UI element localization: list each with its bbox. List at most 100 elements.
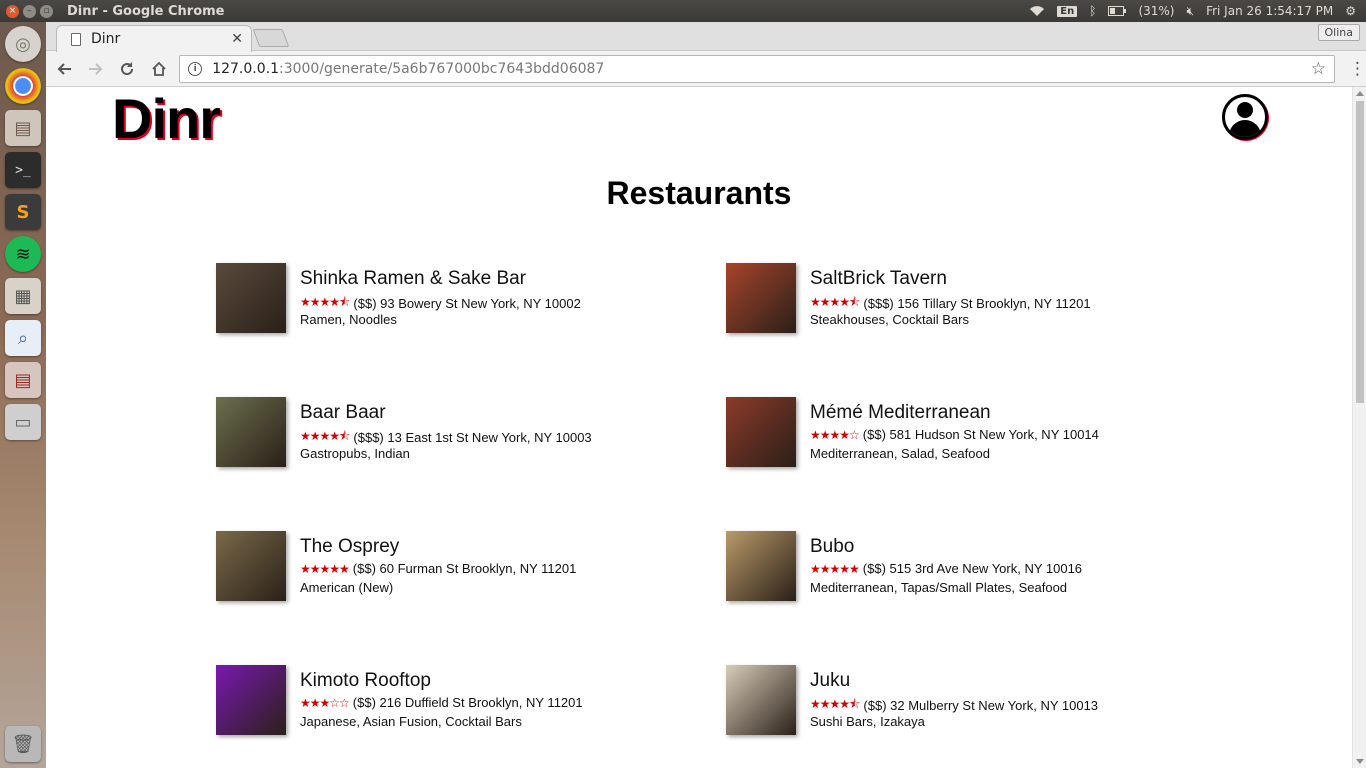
restaurant-categories: Sushi Bars, Izakaya	[810, 714, 925, 729]
user-icon-head	[1237, 102, 1253, 118]
battery-icon[interactable]	[1108, 6, 1127, 16]
url-path: :3000/generate/5a6b767000bc7643bdd06087	[278, 60, 605, 77]
restaurant-address: 13 East 1st St New York, NY 10003	[387, 430, 592, 445]
browser-window: Dinr ✕ Olina i 127.0.0.1:3000/generate/5…	[46, 22, 1366, 768]
restaurant-meta: ★★★★⯪ ($$) 93 Bowery St New York, NY 1000…	[300, 293, 581, 314]
restaurant-price: ($$)	[352, 695, 376, 710]
star-rating-icon: ★★★★☆	[810, 427, 860, 442]
drive-icon[interactable]: ▭	[5, 404, 41, 440]
restaurant-categories: Mediterranean, Tapas/Small Plates, Seafo…	[810, 580, 1068, 595]
window-controls: × – ▫	[6, 4, 53, 18]
site-logo[interactable]: Dinr	[112, 89, 221, 149]
restaurant-address: 515 3rd Ave New York, NY 10016	[889, 561, 1083, 576]
browser-toolbar: i 127.0.0.1:3000/generate/5a6b767000bc76…	[46, 51, 1366, 87]
restaurant-card[interactable]: Kimoto Rooftop ★★★☆☆ ($$) 216 Duffield St …	[216, 665, 676, 737]
restaurant-card[interactable]: Mémé Mediterranean ★★★★☆ ($$) 581 Hudson S…	[726, 397, 1186, 469]
star-rating-icon: ★★★★⯪	[810, 295, 860, 309]
tab-strip: Dinr ✕ Olina	[46, 22, 1366, 52]
window-title: Dinr - Google Chrome	[67, 3, 225, 19]
restaurant-card[interactable]: Bubo ★★★★★ ($$) 515 3rd Ave New York, NY 1…	[726, 531, 1186, 603]
chrome-icon[interactable]	[5, 68, 41, 104]
restaurant-name[interactable]: Kimoto Rooftop	[300, 670, 431, 692]
restaurant-categories: Mediterranean, Salad, Seafood	[810, 446, 990, 461]
kebab-menu-icon[interactable]: ⋮	[1349, 59, 1366, 79]
restaurant-thumbnail[interactable]	[726, 397, 796, 467]
calculator-icon[interactable]: ▦	[5, 278, 41, 314]
restaurant-card[interactable]: Baar Baar ★★★★⯪ ($$$) 13 East 1st St New Y…	[216, 397, 676, 469]
restaurant-card[interactable]: SaltBrick Tavern ★★★★⯪ ($$$) 156 Tillary S…	[726, 263, 1186, 335]
restaurant-address: 60 Furman St Brooklyn, NY 11201	[379, 561, 577, 576]
restaurant-categories: Gastropubs, Indian	[300, 446, 410, 461]
reload-button[interactable]	[114, 55, 142, 83]
restaurant-address: 156 Tillary St Brooklyn, NY 11201	[897, 296, 1091, 311]
scroll-down-arrow[interactable]	[1356, 759, 1364, 764]
restaurant-address: 93 Bowery St New York, NY 10002	[380, 296, 581, 311]
restaurant-name[interactable]: Baar Baar	[300, 402, 386, 424]
image-viewer-icon[interactable]: ⌕	[5, 320, 41, 356]
spotify-icon[interactable]: ≋	[5, 236, 41, 272]
restaurant-thumbnail[interactable]	[216, 263, 286, 333]
dash-icon[interactable]: ◎	[5, 26, 41, 62]
account-avatar-button[interactable]	[1222, 94, 1268, 140]
restaurant-meta: ★★★☆☆ ($$) 216 Duffield St Brooklyn, NY 1…	[300, 695, 583, 710]
vertical-scrollbar[interactable]	[1352, 87, 1366, 768]
window-minimize-button[interactable]: –	[23, 4, 36, 18]
restaurant-meta: ★★★★★ ($$) 515 3rd Ave New York, NY 10016	[810, 561, 1082, 576]
restaurant-price: ($$$)	[863, 296, 894, 311]
volume-muted-icon[interactable]: 🔇︎	[1187, 4, 1195, 19]
bluetooth-icon[interactable]: ᛒ	[1089, 4, 1096, 18]
restaurant-name[interactable]: SaltBrick Tavern	[810, 268, 947, 290]
keyboard-layout-indicator[interactable]: En	[1057, 5, 1078, 17]
restaurant-thumbnail[interactable]	[216, 665, 286, 735]
restaurant-meta: ★★★★⯪ ($$$) 156 Tillary St Brooklyn, NY 1…	[810, 293, 1091, 314]
window-close-button[interactable]: ×	[6, 4, 19, 18]
trash-icon[interactable]: 🗑︎	[5, 726, 41, 762]
forward-button[interactable]	[82, 55, 110, 83]
star-rating-icon: ★★★★★	[300, 561, 350, 576]
scroll-up-arrow[interactable]	[1356, 91, 1364, 96]
restaurant-thumbnail[interactable]	[216, 397, 286, 467]
restaurant-meta: ★★★★⯪ ($$$) 13 East 1st St New York, NY 1…	[300, 427, 592, 448]
restaurant-thumbnail[interactable]	[726, 531, 796, 601]
restaurant-price: ($$)	[863, 698, 887, 713]
star-rating-icon: ★★★☆☆	[300, 695, 350, 710]
window-maximize-button[interactable]: ▫	[40, 4, 53, 18]
arrow-left-icon	[57, 62, 71, 75]
clock[interactable]: Fri Jan 26 1:54:17 PM	[1206, 4, 1333, 18]
scroll-thumb[interactable]	[1356, 101, 1364, 403]
new-tab-button[interactable]	[252, 29, 290, 47]
gear-icon[interactable]: ⚙	[1345, 4, 1356, 18]
bookmark-star-icon[interactable]: ☆	[1311, 59, 1326, 79]
wifi-icon[interactable]	[1029, 5, 1045, 17]
restaurant-card[interactable]: Shinka Ramen & Sake Bar ★★★★⯪ ($$) 93 Bowe…	[216, 263, 676, 335]
back-button[interactable]	[50, 55, 78, 83]
restaurant-card[interactable]: The Osprey ★★★★★ ($$) 60 Furman St Brookly…	[216, 531, 676, 603]
tab-close-icon[interactable]: ✕	[231, 31, 243, 47]
restaurant-thumbnail[interactable]	[216, 531, 286, 601]
archive-manager-icon[interactable]: ▤	[5, 362, 41, 398]
restaurant-address: 32 Mulberry St New York, NY 10013	[890, 698, 1099, 713]
restaurant-name[interactable]: The Osprey	[300, 536, 399, 558]
restaurant-name[interactable]: Mémé Mediterranean	[810, 402, 991, 424]
restaurant-price: ($$$)	[353, 430, 384, 445]
restaurant-categories: Steakhouses, Cocktail Bars	[810, 312, 969, 327]
restaurant-name[interactable]: Bubo	[810, 536, 854, 558]
restaurant-categories: Japanese, Asian Fusion, Cocktail Bars	[300, 714, 522, 729]
files-icon[interactable]: ▤	[5, 110, 41, 146]
info-icon[interactable]: i	[188, 61, 203, 76]
terminal-icon[interactable]: >_	[5, 152, 41, 188]
restaurant-price: ($$)	[862, 427, 886, 442]
star-rating-icon: ★★★★⯪	[300, 429, 350, 443]
home-button[interactable]	[145, 55, 173, 83]
profile-button[interactable]: Olina	[1317, 24, 1360, 41]
sublime-text-icon[interactable]: S	[5, 194, 41, 230]
restaurant-card[interactable]: Juku ★★★★⯪ ($$) 32 Mulberry St New York, N…	[726, 665, 1186, 737]
restaurant-thumbnail[interactable]	[726, 665, 796, 735]
reload-icon	[121, 61, 134, 75]
tab-dinr[interactable]: Dinr ✕	[56, 25, 252, 52]
address-bar[interactable]: i 127.0.0.1:3000/generate/5a6b767000bc76…	[179, 54, 1335, 83]
restaurant-name[interactable]: Shinka Ramen & Sake Bar	[300, 268, 526, 290]
restaurant-name[interactable]: Juku	[810, 670, 850, 692]
restaurant-price: ($$)	[862, 561, 886, 576]
restaurant-thumbnail[interactable]	[726, 263, 796, 333]
